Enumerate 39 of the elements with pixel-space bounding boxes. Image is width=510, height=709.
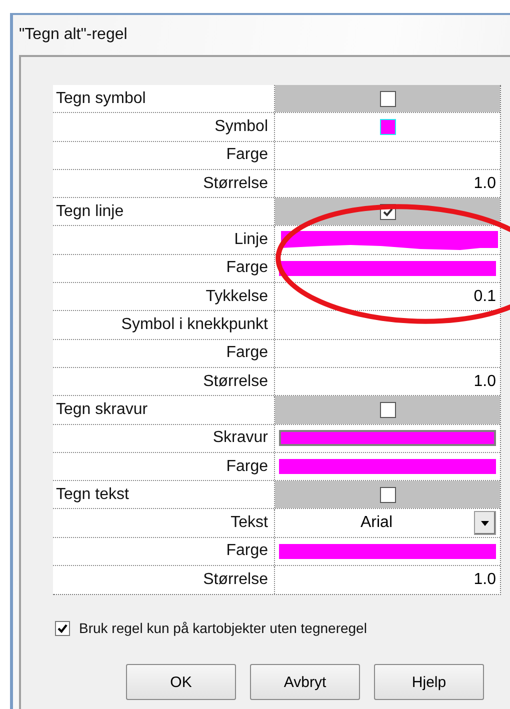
property-label: Symbol i knekkpunkt [121,316,268,334]
property-label: Skravur [212,429,268,448]
dialog-button[interactable]: Avbryt [250,664,360,700]
hatch-swatch[interactable] [279,430,496,446]
property-label: Størrelse [203,571,268,590]
property-label: Farge [226,458,268,476]
font-dropdown[interactable]: Arial [279,511,496,536]
group-label: Tegn tekst [56,486,129,504]
checkbox[interactable] [380,90,396,107]
property-value[interactable]: 1.0 [474,372,496,391]
property-label: Farge [226,259,268,278]
color-swatch[interactable] [279,260,496,276]
window-title: "Tegn alt"-regel [19,26,128,44]
group-label: Tegn skravur [56,400,148,419]
property-label: Farge [226,542,268,560]
property-label: Størrelse [203,174,268,193]
property-label: Tykkelse [206,288,268,306]
line-style-swatch[interactable] [281,230,498,250]
color-swatch[interactable] [279,544,496,559]
color-swatch[interactable] [279,459,496,474]
property-label: Tekst [230,514,268,532]
dialog-button[interactable]: Hjelp [374,664,484,700]
property-value[interactable]: 1.0 [474,571,496,590]
property-label: Symbol [214,118,268,136]
property-label: Linje [234,231,268,250]
dialog-button[interactable]: OK [126,664,236,700]
checkbox[interactable] [380,486,396,503]
checkbox-label: Bruk regel kun på kartobjekter uten tegneregel [79,620,367,636]
group-label: Tegn symbol [56,90,146,108]
property-label: Farge [226,344,268,362]
group-label: Tegn linje [56,202,124,221]
property-label: Farge [226,146,268,164]
symbol-swatch[interactable] [380,118,396,135]
checkbox[interactable] [380,402,396,418]
property-value[interactable]: 1.0 [474,174,496,193]
property-label: Størrelse [203,372,268,391]
checkbox[interactable] [55,620,70,636]
checkmark-icon [57,622,68,634]
property-value[interactable]: 0.1 [474,288,496,306]
